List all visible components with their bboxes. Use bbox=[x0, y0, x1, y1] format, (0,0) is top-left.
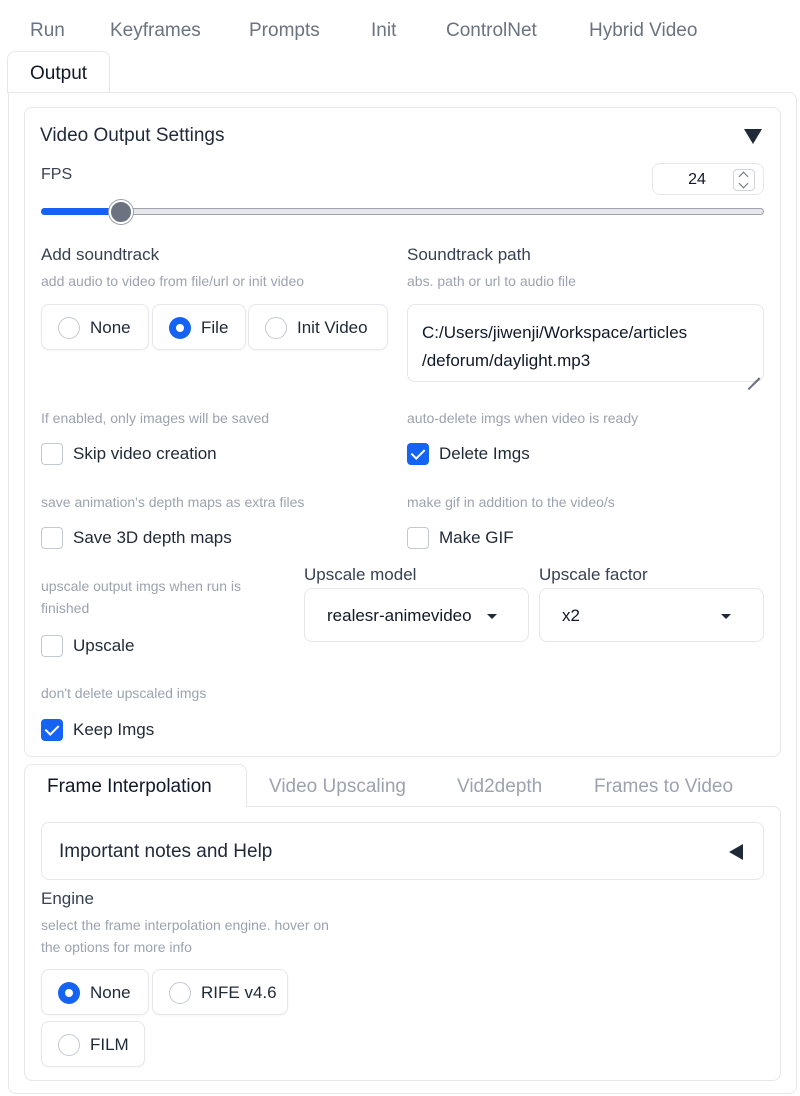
collapse-caret-icon[interactable] bbox=[744, 129, 762, 144]
engine-option-film[interactable]: FILM bbox=[41, 1021, 145, 1067]
skip-video-label: Skip video creation bbox=[73, 444, 217, 463]
radio-icon[interactable] bbox=[58, 1034, 80, 1056]
option-label: File bbox=[201, 318, 229, 337]
path-line-1: C:/Users/jiwenji/Workspace/articles bbox=[422, 323, 688, 342]
make-gif-label: Make GIF bbox=[439, 528, 514, 547]
radio-icon[interactable] bbox=[58, 317, 80, 339]
tab-init[interactable]: Init bbox=[371, 20, 396, 42]
tab-output[interactable]: Output bbox=[7, 51, 111, 93]
skip-video-checkbox[interactable] bbox=[41, 443, 63, 465]
radio-icon[interactable] bbox=[169, 982, 191, 1004]
tab-run[interactable]: Run bbox=[30, 20, 65, 42]
soundtrack-path-label: Soundtrack path bbox=[407, 245, 531, 264]
make-gif-checkbox[interactable] bbox=[407, 527, 429, 549]
slider-thumb[interactable] bbox=[109, 200, 133, 224]
path-line-2: /deforum/daylight.mp3 bbox=[422, 351, 591, 370]
upscale-model-value: realesr-animevideo bbox=[327, 606, 472, 625]
fps-number-input[interactable]: 24 bbox=[652, 163, 764, 195]
fps-value: 24 bbox=[688, 171, 706, 188]
slider-track[interactable] bbox=[41, 208, 764, 215]
engine-option-none[interactable]: None bbox=[41, 969, 149, 1015]
delete-imgs-info: auto-delete imgs when video is ready bbox=[407, 410, 639, 426]
engine-option-rife[interactable]: RIFE v4.6 bbox=[152, 969, 288, 1015]
tab-hybrid-video[interactable]: Hybrid Video bbox=[589, 20, 697, 42]
delete-imgs-label: Delete Imgs bbox=[439, 444, 530, 463]
add-soundtrack-info: add audio to video from file/url or init… bbox=[41, 273, 305, 289]
upscale-checkbox[interactable] bbox=[41, 635, 63, 657]
tab-prompts[interactable]: Prompts bbox=[249, 20, 320, 42]
engine-info-line-1: select the frame interpolation engine. h… bbox=[41, 917, 329, 933]
radio-selected-icon[interactable] bbox=[58, 982, 80, 1004]
delete-imgs-checkbox[interactable] bbox=[407, 443, 429, 465]
upscale-factor-label: Upscale factor bbox=[539, 565, 648, 584]
soundtrack-option-none[interactable]: None bbox=[41, 304, 149, 350]
accordion-title[interactable]: Video Output Settings bbox=[40, 125, 225, 147]
radio-icon[interactable] bbox=[265, 317, 287, 339]
upscale-label: Upscale bbox=[73, 636, 135, 655]
option-label: None bbox=[90, 318, 131, 337]
upscale-info-line-1: upscale output imgs when run is bbox=[41, 578, 241, 594]
sub-tab-bar: Frame Interpolation Video Upscaling Vid2… bbox=[24, 764, 781, 806]
sub-tab-frames-to-video[interactable]: Frames to Video bbox=[594, 776, 733, 798]
sub-tab-video-upscaling[interactable]: Video Upscaling bbox=[269, 776, 406, 798]
tab-controlnet[interactable]: ControlNet bbox=[446, 20, 537, 42]
save-depth-info: save animation's depth maps as extra fil… bbox=[41, 494, 305, 510]
save-depth-checkbox[interactable] bbox=[41, 527, 63, 549]
option-label: FILM bbox=[90, 1035, 129, 1054]
soundtrack-path-info: abs. path or url to audio file bbox=[407, 273, 576, 289]
tab-keyframes[interactable]: Keyframes bbox=[110, 20, 201, 42]
dropdown-arrow-icon[interactable] bbox=[721, 614, 731, 619]
help-title: Important notes and Help bbox=[59, 841, 273, 862]
upscale-info-line-2: finished bbox=[41, 600, 90, 616]
fps-label: FPS bbox=[41, 166, 73, 183]
upscale-factor-value: x2 bbox=[562, 606, 580, 625]
upscale-model-dropdown[interactable]: realesr-animevideo bbox=[304, 588, 529, 642]
engine-info-line-2: the options for more info bbox=[41, 939, 192, 955]
save-depth-label: Save 3D depth maps bbox=[73, 528, 232, 547]
sub-tab-vid2depth[interactable]: Vid2depth bbox=[457, 776, 542, 798]
help-accordion[interactable]: Important notes and Help bbox=[41, 822, 764, 880]
radio-selected-icon[interactable] bbox=[169, 317, 191, 339]
option-label: Init Video bbox=[297, 318, 368, 337]
option-label: RIFE v4.6 bbox=[201, 983, 277, 1002]
sub-tab-frame-interpolation[interactable]: Frame Interpolation bbox=[47, 776, 212, 798]
add-soundtrack-label: Add soundtrack bbox=[41, 245, 160, 264]
upscale-model-label: Upscale model bbox=[304, 565, 417, 584]
engine-label: Engine bbox=[41, 889, 94, 908]
keep-imgs-label: Keep Imgs bbox=[73, 720, 155, 739]
make-gif-info: make gif in addition to the video/s bbox=[407, 494, 615, 510]
keep-imgs-checkbox[interactable] bbox=[41, 719, 63, 741]
resize-grip-icon[interactable] bbox=[744, 362, 760, 390]
fps-slider[interactable] bbox=[41, 199, 764, 225]
expand-caret-icon[interactable] bbox=[729, 844, 743, 860]
upscale-factor-dropdown[interactable]: x2 bbox=[539, 588, 764, 642]
skip-video-info: If enabled, only images will be saved bbox=[41, 410, 270, 426]
keep-imgs-info: don't delete upscaled imgs bbox=[41, 685, 207, 701]
dropdown-arrow-icon[interactable] bbox=[487, 614, 497, 619]
soundtrack-option-file[interactable]: File bbox=[152, 304, 246, 350]
soundtrack-path-textarea[interactable]: C:/Users/jiwenji/Workspace/articles /def… bbox=[407, 304, 764, 390]
main-tab-bar: Run Keyframes Prompts Init ControlNet Hy… bbox=[0, 0, 800, 93]
soundtrack-option-init-video[interactable]: Init Video bbox=[248, 304, 388, 350]
stepper-icon[interactable] bbox=[733, 169, 755, 191]
option-label: None bbox=[90, 983, 131, 1002]
